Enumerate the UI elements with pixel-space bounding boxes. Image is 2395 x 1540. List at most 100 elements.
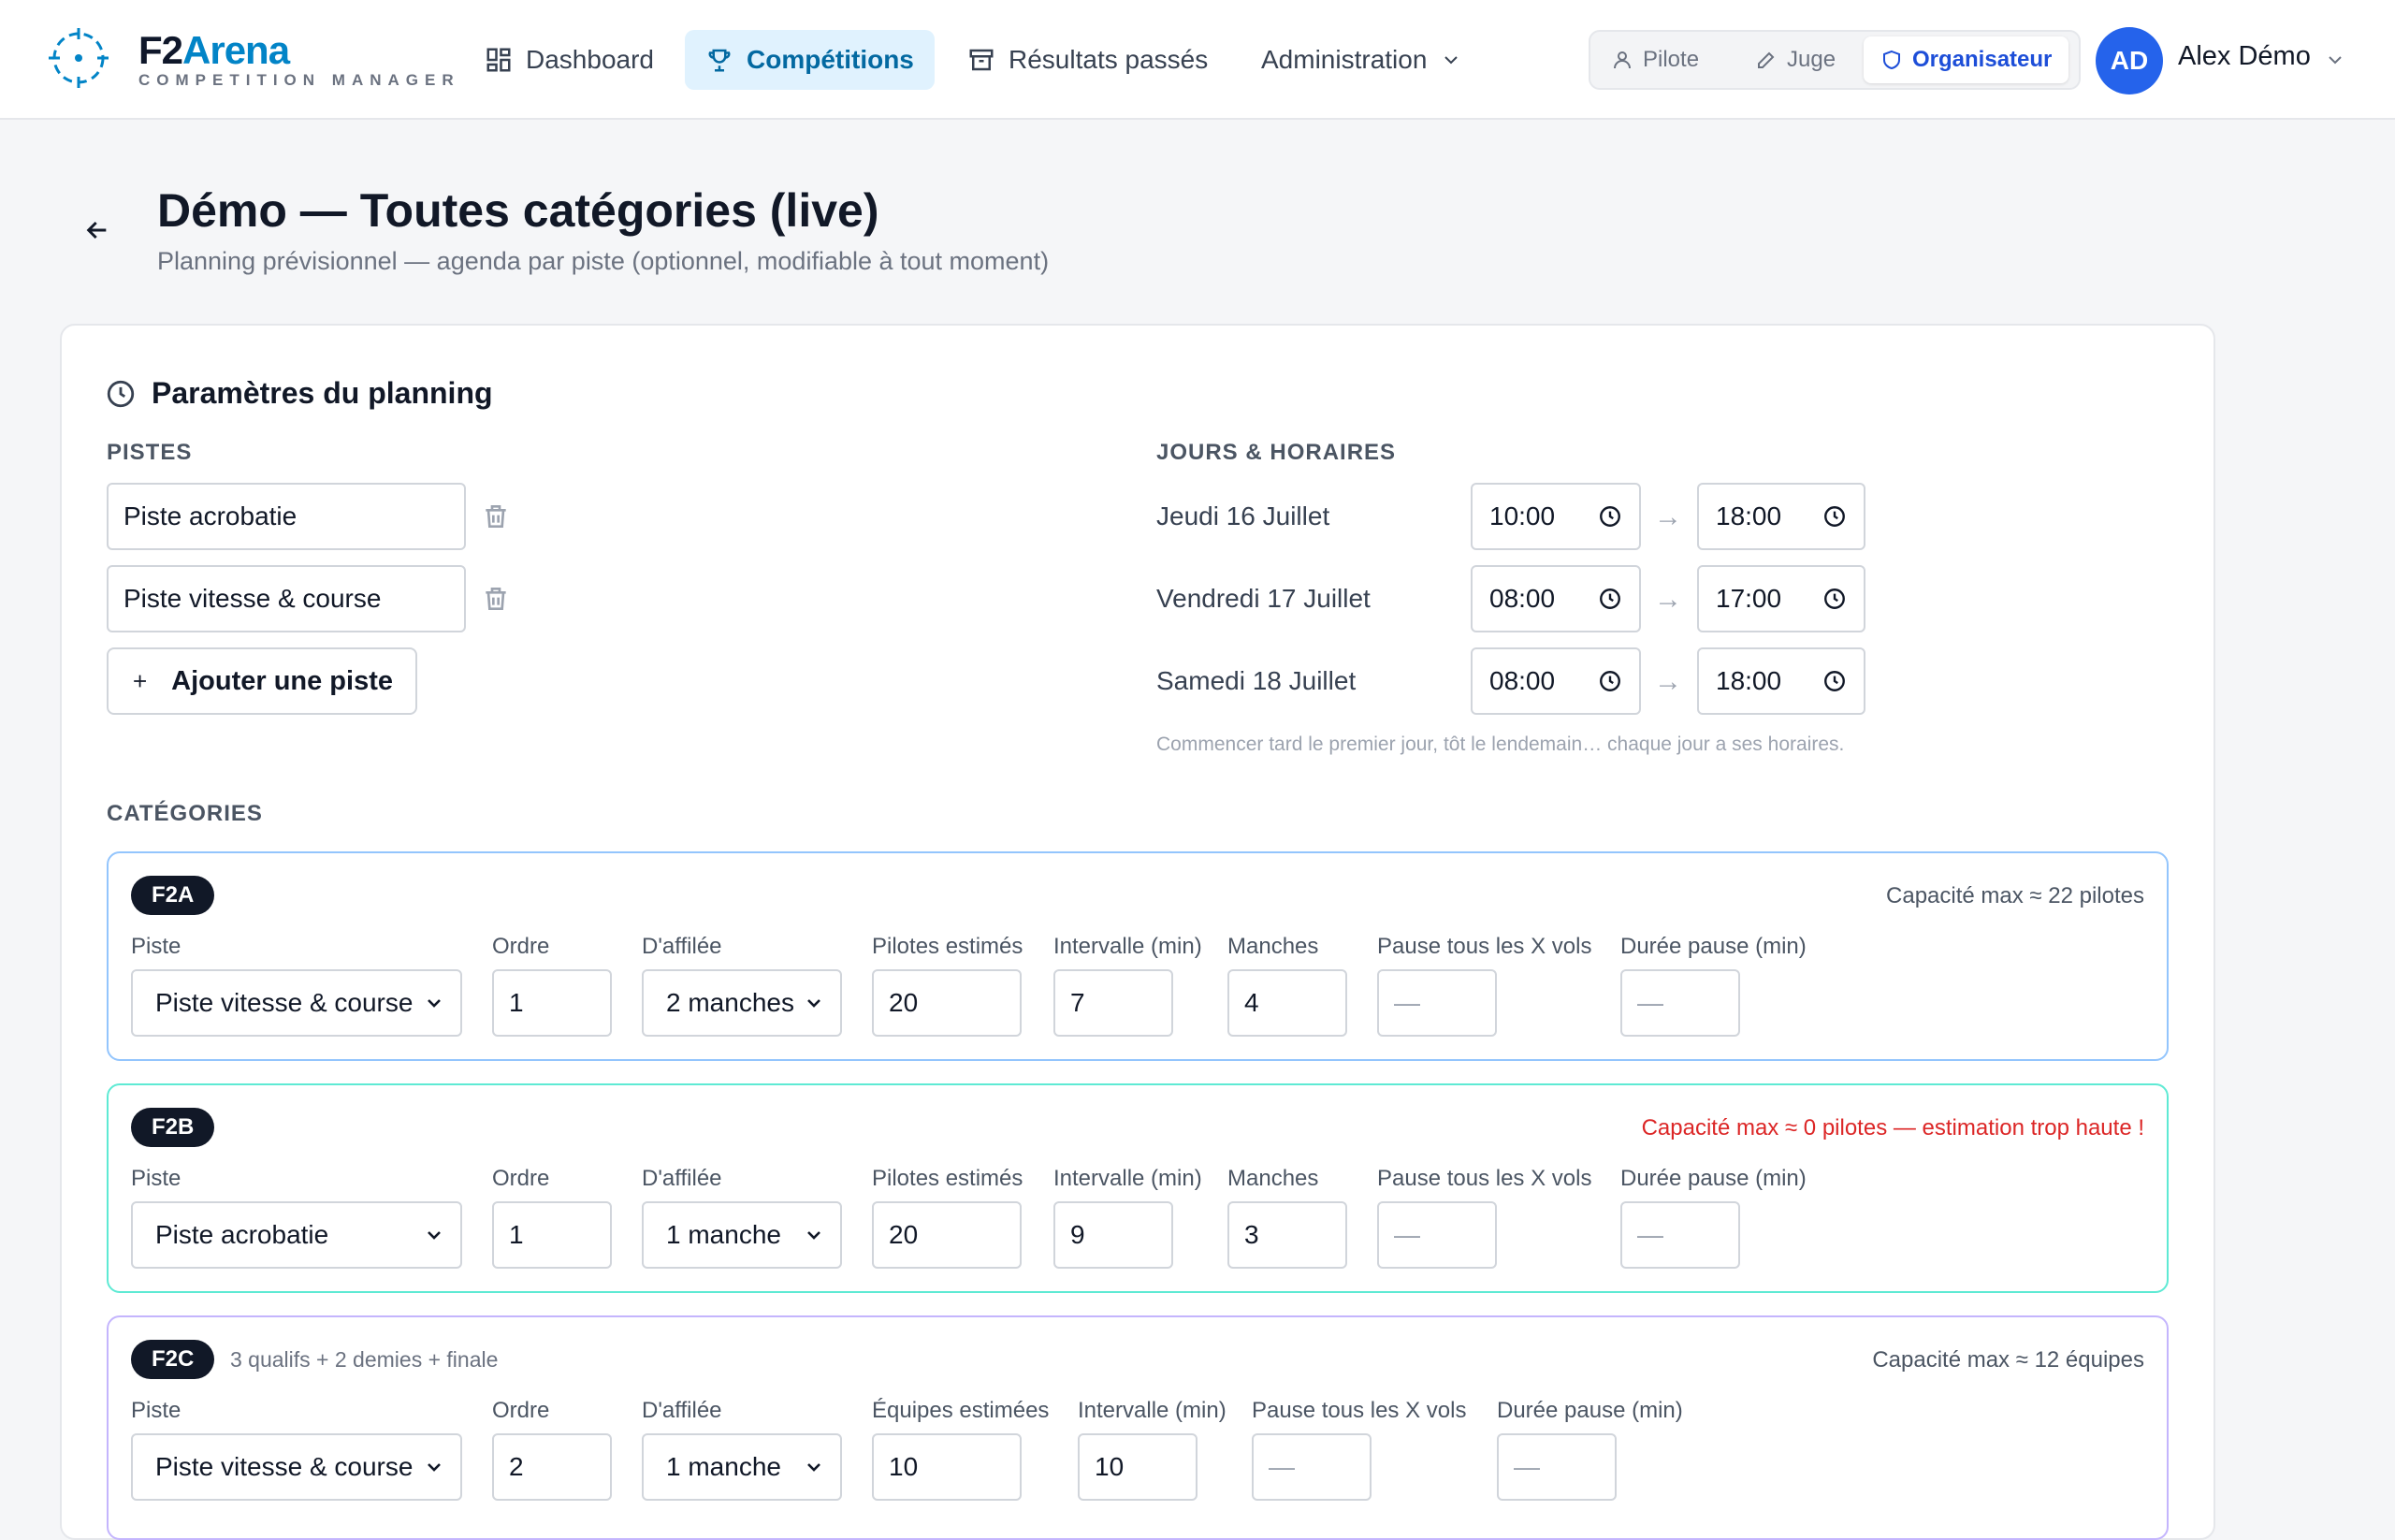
select-value: Piste vitesse & course (155, 1452, 414, 1481)
consecutive-select[interactable]: 2 manches (642, 969, 842, 1037)
time-value: 18:00 (1716, 501, 1782, 530)
avatar[interactable]: AD (2096, 27, 2163, 94)
field-label: Piste (131, 934, 181, 959)
field-label: Piste (131, 1166, 181, 1191)
target-icon (49, 28, 109, 88)
add-track-button[interactable]: Ajouter une piste (107, 647, 417, 715)
field-label: Pilotes estimés (872, 1166, 1023, 1191)
clock-icon (1824, 506, 1845, 527)
end-time-input[interactable]: 17:00 (1697, 565, 1865, 632)
chevron-down-icon (428, 999, 441, 1008)
brand-subtitle: COMPETITION MANAGER (138, 71, 460, 89)
field-label: Intervalle (min) (1053, 934, 1202, 959)
day-label: Vendredi 17 Juillet (1156, 584, 1371, 613)
nav-competitions[interactable]: Compétitions (685, 30, 935, 90)
nav-past-results-label: Résultats passés (1009, 45, 1209, 74)
trophy-icon (708, 49, 731, 72)
field-label: Ordre (492, 934, 550, 959)
days-label: JOURS & HORAIRES (1156, 440, 1397, 465)
brand-name: F2Arena (138, 28, 290, 72)
role-pilot[interactable]: Pilote (1594, 36, 1716, 83)
time-value: 17:00 (1716, 584, 1782, 613)
add-track-label: Ajouter une piste (171, 665, 393, 696)
field-label: Pause tous les X vols (1377, 1166, 1592, 1191)
interval-input[interactable]: 9 (1053, 1201, 1173, 1269)
select-value: Piste acrobatie (155, 1220, 329, 1249)
trash-icon[interactable] (481, 584, 511, 614)
range-arrow: → (1654, 666, 1682, 697)
consecutive-select[interactable]: 1 manche (642, 1201, 842, 1269)
tracks-label: PISTES (107, 440, 193, 465)
role-organizer[interactable]: Organisateur (1864, 36, 2069, 83)
pause-duration-input[interactable]: — (1620, 969, 1740, 1037)
capacity-text: Capacité max ≈ 12 équipes (1872, 1347, 2144, 1373)
chevron-down-icon[interactable] (2324, 49, 2346, 71)
field-label: D'affilée (642, 934, 722, 959)
end-time-input[interactable]: 18:00 (1697, 647, 1865, 715)
track-select[interactable]: Piste acrobatie (131, 1201, 462, 1269)
start-time-input[interactable]: 10:00 (1471, 483, 1641, 550)
planning-title: Paramètres du planning (152, 376, 493, 410)
select-value: 1 manche (666, 1452, 781, 1481)
time-value: 18:00 (1716, 666, 1782, 695)
field-label: Pause tous les X vols (1377, 934, 1592, 959)
pause-every-input[interactable]: — (1252, 1433, 1372, 1501)
pause-every-input[interactable]: — (1377, 969, 1497, 1037)
order-input[interactable]: 2 (492, 1433, 612, 1501)
interval-input[interactable]: 10 (1078, 1433, 1198, 1501)
track-name-input[interactable]: Piste vitesse & course (107, 565, 466, 632)
role-judge[interactable]: Juge (1738, 36, 1852, 83)
field-label: Ordre (492, 1166, 550, 1191)
start-time-input[interactable]: 08:00 (1471, 647, 1641, 715)
back-arrow-icon[interactable] (82, 215, 112, 245)
track-select[interactable]: Piste vitesse & course (131, 1433, 462, 1501)
start-time-input[interactable]: 08:00 (1471, 565, 1641, 632)
nav-dashboard[interactable]: Dashboard (464, 30, 675, 90)
chevron-down-icon (807, 999, 820, 1008)
brand-logo[interactable]: F2Arena COMPETITION MANAGER (49, 28, 454, 94)
nav-administration-label: Administration (1261, 45, 1428, 74)
select-value: 1 manche (666, 1220, 781, 1249)
time-value: 08:00 (1489, 584, 1556, 613)
role-pilot-label: Pilote (1643, 47, 1700, 72)
nav-past-results[interactable]: Résultats passés (947, 30, 1228, 90)
select-value: Piste vitesse & course (155, 988, 414, 1017)
order-input[interactable]: 1 (492, 1201, 612, 1269)
user-icon (1614, 51, 1631, 69)
chevron-down-icon (807, 1231, 820, 1240)
order-input[interactable]: 1 (492, 969, 612, 1037)
role-judge-label: Juge (1787, 47, 1836, 72)
field-label: Intervalle (min) (1053, 1166, 1202, 1191)
rounds-input[interactable]: 3 (1227, 1201, 1347, 1269)
category-badge: F2A (131, 876, 215, 915)
consecutive-select[interactable]: 1 manche (642, 1433, 842, 1501)
track-name-input[interactable]: Piste acrobatie (107, 483, 466, 550)
nav-dashboard-label: Dashboard (526, 45, 654, 74)
range-arrow: → (1654, 584, 1682, 615)
select-value: 2 manches (666, 988, 794, 1017)
track-select[interactable]: Piste vitesse & course (131, 969, 462, 1037)
nav-administration[interactable]: Administration (1241, 30, 1483, 90)
rounds-input[interactable]: 4 (1227, 969, 1347, 1037)
trash-icon[interactable] (481, 501, 511, 531)
pause-duration-input[interactable]: — (1497, 1433, 1617, 1501)
field-label: Manches (1227, 934, 1319, 959)
chevron-down-icon (807, 1463, 820, 1472)
estimated-pilots-input[interactable]: 20 (872, 1201, 1022, 1269)
estimated-teams-input[interactable]: 10 (872, 1433, 1022, 1501)
interval-input[interactable]: 7 (1053, 969, 1173, 1037)
page-title: Démo — Toutes catégories (live) (157, 184, 879, 237)
day-label: Samedi 18 Juillet (1156, 666, 1357, 695)
pause-duration-input[interactable]: — (1620, 1201, 1740, 1269)
clock-icon (1824, 588, 1845, 609)
range-arrow: → (1654, 501, 1682, 532)
user-name[interactable]: Alex Démo (2178, 41, 2311, 72)
capacity-warning: Capacité max ≈ 0 pilotes — estimation tr… (1641, 1115, 2144, 1140)
field-label: Pause tous les X vols (1252, 1398, 1467, 1423)
pause-every-input[interactable]: — (1377, 1201, 1497, 1269)
end-time-input[interactable]: 18:00 (1697, 483, 1865, 550)
field-label: Manches (1227, 1166, 1319, 1191)
field-label: Intervalle (min) (1078, 1398, 1227, 1423)
estimated-pilots-input[interactable]: 20 (872, 969, 1022, 1037)
field-label: Équipes estimées (872, 1398, 1050, 1423)
